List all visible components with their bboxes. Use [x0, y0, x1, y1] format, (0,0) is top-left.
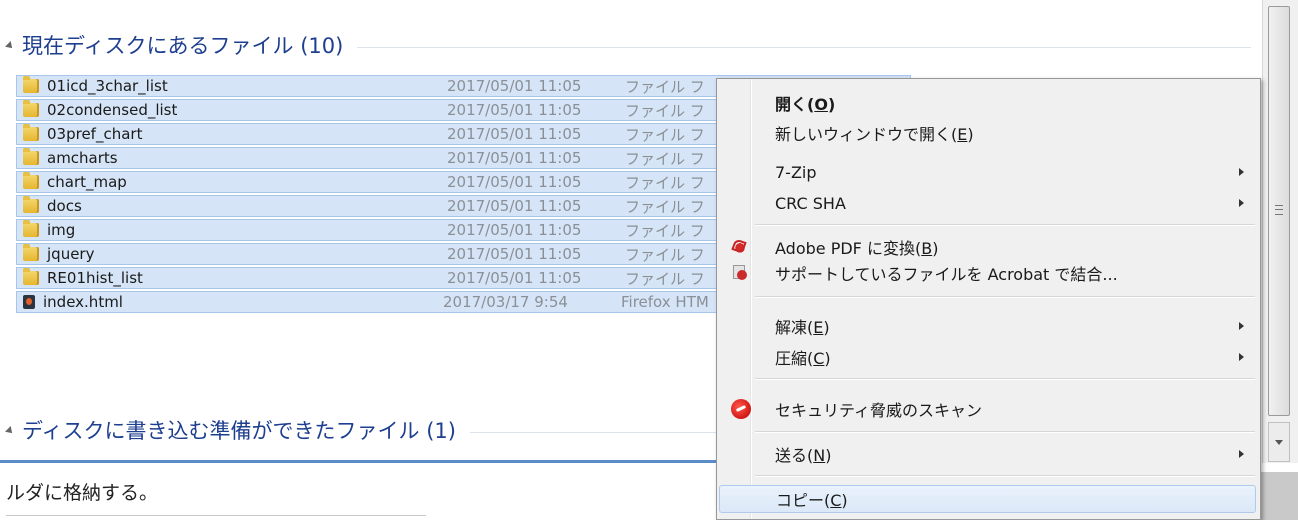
menu-item-copy[interactable]: コピー(C)	[719, 485, 1256, 513]
file-name: 01icd_3char_list	[47, 77, 168, 95]
file-date: 2017/05/01 11:05	[447, 221, 582, 239]
file-type: ファイル フ	[625, 77, 705, 96]
folder-icon	[23, 268, 39, 285]
menu-item-crc-sha[interactable]: CRC SHA	[719, 189, 1256, 217]
menu-separator	[755, 378, 1255, 380]
collapse-arrow-icon[interactable]	[5, 426, 15, 436]
file-type: ファイル フ	[625, 269, 705, 288]
menu-item-adobe-pdf[interactable]: Adobe PDF に変換(B)	[719, 233, 1256, 261]
menu-separator	[755, 296, 1255, 298]
menu-item-7zip[interactable]: 7-Zip	[719, 158, 1256, 186]
submenu-arrow-icon	[1239, 450, 1244, 458]
file-date: 2017/05/01 11:05	[447, 173, 582, 191]
menu-item-security-scan[interactable]: セキュリティ脅威のスキャン	[719, 395, 1256, 423]
menu-separator	[755, 224, 1255, 226]
screen: 現在ディスクにあるファイル (10) 01icd_3char_list 2017…	[0, 0, 1298, 520]
file-name: chart_map	[47, 173, 127, 191]
menu-item-label: 解凍(E)	[775, 318, 830, 337]
group-header-rule	[357, 46, 1251, 48]
menu-item-label: 圧縮(C)	[775, 349, 831, 368]
menu-item-open-new-window[interactable]: 新しいウィンドウで開く(E)	[719, 119, 1256, 147]
menu-item-label: 送る(N)	[775, 446, 832, 465]
document-text: ルダに格納する。	[6, 482, 159, 504]
menu-item-label: 開く(O)	[775, 95, 836, 114]
arrow-down-icon	[1275, 439, 1283, 445]
file-name: index.html	[43, 293, 123, 311]
group-header-label: 現在ディスクにあるファイル (10)	[22, 34, 344, 58]
folder-icon	[23, 196, 39, 213]
menu-item-open[interactable]: 開く(O)	[719, 89, 1256, 117]
menu-item-compress[interactable]: 圧縮(C)	[719, 343, 1256, 371]
file-date: 2017/05/01 11:05	[447, 101, 582, 119]
acrobat-combine-icon	[731, 264, 749, 282]
menu-item-label: 7-Zip	[775, 162, 817, 182]
group-header-current[interactable]: 現在ディスクにあるファイル (10)	[5, 30, 1251, 60]
grip-icon	[1275, 205, 1283, 215]
menu-item-send-to[interactable]: 送る(N)	[719, 440, 1256, 468]
folder-icon	[23, 172, 39, 189]
submenu-arrow-icon	[1239, 353, 1244, 361]
submenu-arrow-icon	[1239, 322, 1244, 330]
file-date: 2017/05/01 11:05	[447, 269, 582, 287]
folder-icon	[23, 220, 39, 237]
menu-item-acrobat-combine[interactable]: サポートしているファイルを Acrobat で結合...	[719, 259, 1256, 287]
scroll-down-button[interactable]	[1268, 422, 1290, 462]
file-type: Firefox HTM	[621, 293, 709, 311]
firefox-html-icon	[23, 295, 35, 309]
menu-item-label: セキュリティ脅威のスキャン	[775, 401, 983, 420]
file-date: 2017/05/01 11:05	[447, 197, 582, 215]
submenu-arrow-icon	[1239, 168, 1244, 176]
file-date: 2017/05/01 11:05	[447, 149, 582, 167]
file-type: ファイル フ	[625, 221, 705, 240]
menu-item-extract[interactable]: 解凍(E)	[719, 312, 1256, 340]
scroll-thumb[interactable]	[1268, 6, 1290, 416]
collapse-arrow-icon[interactable]	[5, 41, 15, 51]
folder-icon	[23, 76, 39, 93]
file-date: 2017/05/01 11:05	[447, 245, 582, 263]
pane-divider	[0, 460, 740, 463]
file-name: 03pref_chart	[47, 125, 143, 143]
file-type: ファイル フ	[625, 125, 705, 144]
file-date: 2017/05/01 11:05	[447, 77, 582, 95]
trend-micro-icon	[731, 399, 751, 419]
folder-icon	[23, 244, 39, 261]
group-header-label: ディスクに書き込む準備ができたファイル (1)	[22, 419, 456, 443]
file-type: ファイル フ	[625, 149, 705, 168]
menu-item-label: Adobe PDF に変換(B)	[775, 239, 939, 258]
adobe-pdf-icon	[731, 238, 749, 256]
file-date: 2017/03/17 9:54	[443, 293, 568, 311]
folder-icon	[23, 124, 39, 141]
file-type: ファイル フ	[625, 245, 705, 264]
file-type: ファイル フ	[625, 101, 705, 120]
file-name: docs	[47, 197, 82, 215]
file-type: ファイル フ	[625, 173, 705, 192]
folder-icon	[23, 148, 39, 165]
file-name: img	[47, 221, 76, 239]
menu-item-label: 新しいウィンドウで開く(E)	[775, 125, 974, 144]
file-name: jquery	[47, 245, 95, 263]
file-name: amcharts	[47, 149, 118, 167]
file-type: ファイル フ	[625, 197, 705, 216]
file-name: 02condensed_list	[47, 101, 178, 119]
menu-item-label: コピー(C)	[776, 491, 848, 510]
file-name: RE01hist_list	[47, 269, 143, 287]
context-menu: 開く(O) 新しいウィンドウで開く(E) 7-Zip CRC SHA Adobe…	[716, 78, 1261, 520]
submenu-arrow-icon	[1239, 199, 1244, 207]
folder-icon	[23, 100, 39, 117]
menu-item-label: CRC SHA	[775, 193, 846, 213]
menu-item-label: サポートしているファイルを Acrobat で結合...	[775, 265, 1118, 284]
menu-separator	[755, 475, 1255, 477]
vertical-scrollbar[interactable]	[1262, 0, 1298, 472]
text-underline	[6, 515, 426, 516]
file-date: 2017/05/01 11:05	[447, 125, 582, 143]
menu-separator	[755, 431, 1255, 433]
